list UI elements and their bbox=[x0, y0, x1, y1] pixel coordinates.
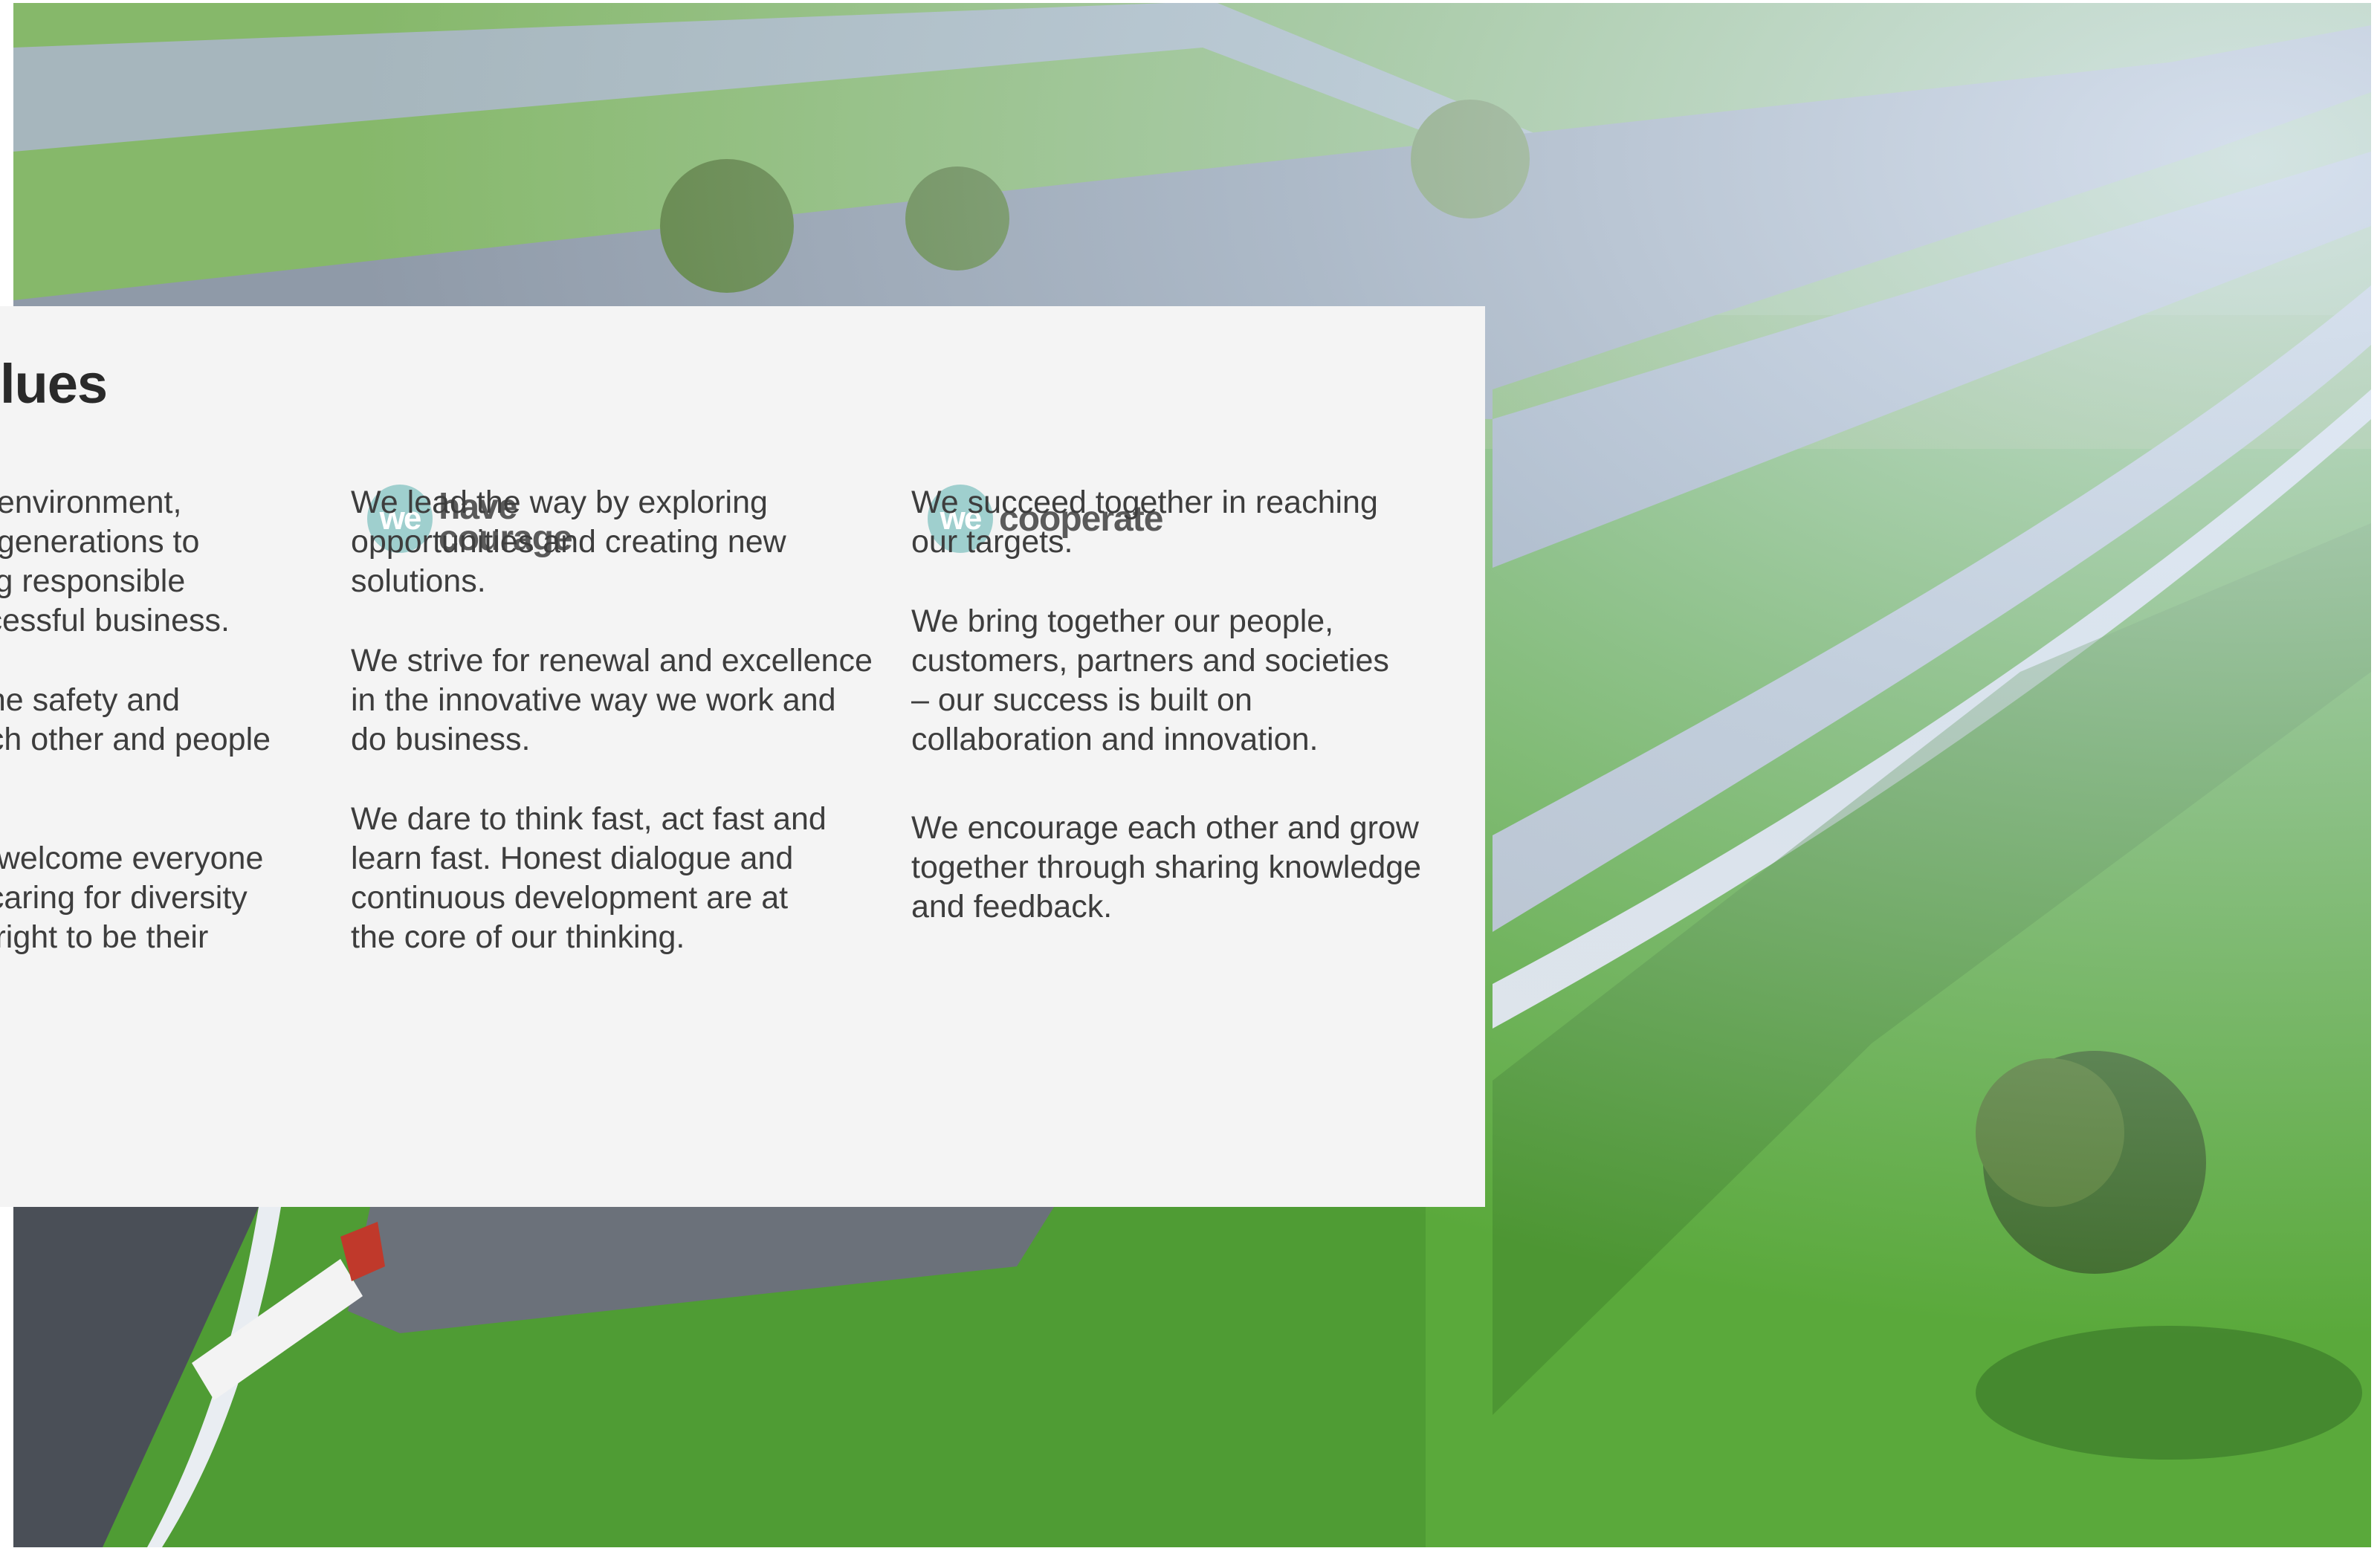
values-panel: lues e environment, e generations to ing… bbox=[0, 306, 1485, 1207]
value-column-1: e environment, e generations to ing resp… bbox=[0, 483, 312, 1037]
value-paragraph: the safety and ach other and people bbox=[0, 682, 271, 757]
value-paragraph: We dare to think fast, act fast and lear… bbox=[351, 801, 827, 955]
value-paragraph: We strive for renewal and excellence in … bbox=[351, 643, 873, 757]
value-column-3: We succeed together in reaching our targ… bbox=[911, 483, 1476, 967]
value-paragraph: We lead the way by exploring opportuniti… bbox=[351, 485, 786, 599]
value-paragraph: We bring together our people, customers,… bbox=[911, 603, 1389, 757]
panel-title: lues bbox=[0, 353, 108, 415]
value-column-2: We lead the way by exploring opportuniti… bbox=[351, 483, 886, 997]
value-paragraph: We encourage each other and grow togethe… bbox=[911, 810, 1422, 925]
value-paragraph: e environment, e generations to ing resp… bbox=[0, 485, 230, 638]
value-paragraph: We succeed together in reaching our targ… bbox=[911, 485, 1378, 560]
value-paragraph: d welcome everyone , caring for diversit… bbox=[0, 841, 264, 955]
